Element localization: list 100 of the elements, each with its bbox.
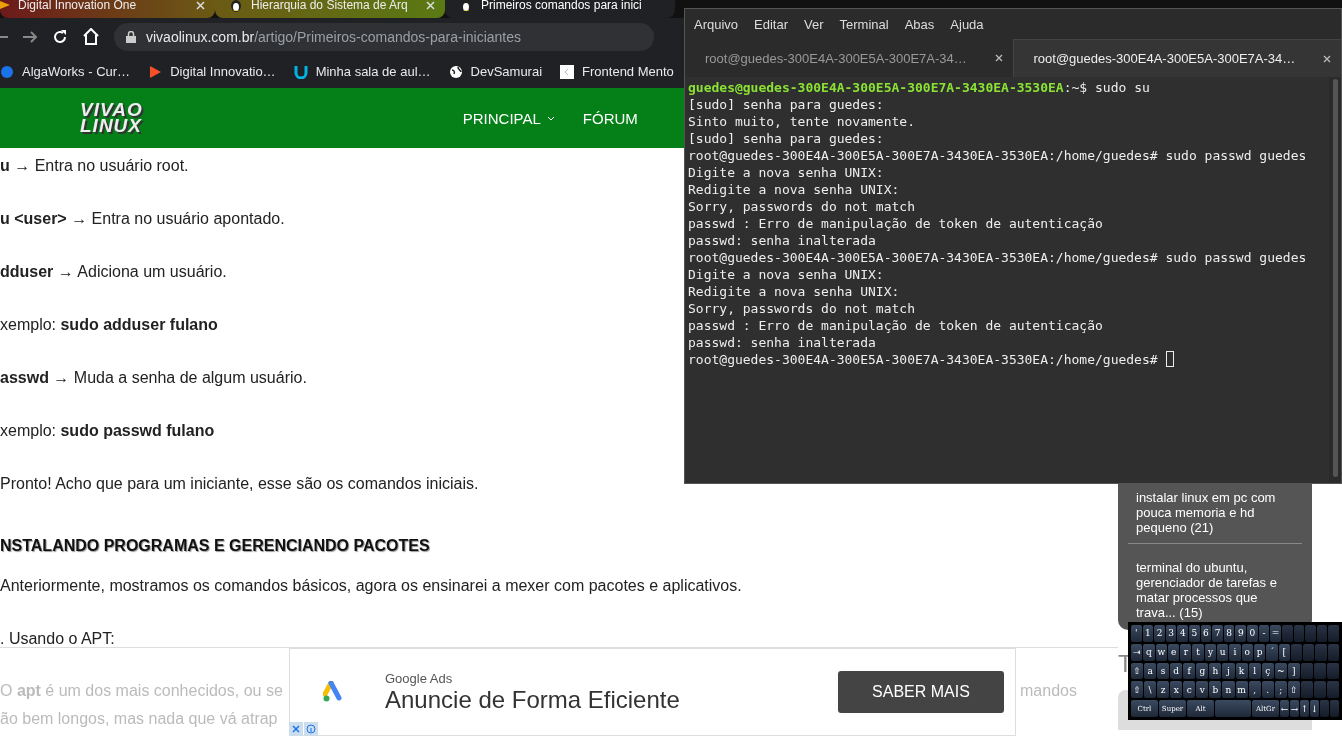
keyboard-key[interactable]: p	[1253, 643, 1266, 661]
close-icon[interactable]	[1323, 54, 1331, 63]
keyboard-key[interactable]: c	[1183, 681, 1196, 699]
keyboard-key[interactable]: ⇧	[1131, 662, 1144, 680]
keyboard-key[interactable]: ⇥	[1131, 643, 1143, 661]
menu-item[interactable]: Ajuda	[950, 16, 984, 32]
function-key[interactable]	[1316, 625, 1328, 642]
topic-link[interactable]: terminal do ubuntu, gerenciador de tarefas e matar processos que trava... (15)	[1128, 543, 1302, 620]
keyboard-key[interactable]: z	[1157, 681, 1170, 699]
close-icon[interactable]	[426, 0, 435, 10]
keyboard-key[interactable]: y	[1204, 643, 1217, 661]
browser-tab[interactable]: Primeiros comandos para inici	[445, 0, 675, 18]
nav-link[interactable]: PRINCIPAL	[462, 109, 555, 127]
keyboard-key[interactable]: s	[1157, 662, 1170, 680]
function-key[interactable]	[1327, 643, 1340, 661]
topic-link[interactable]: instalar linux em pc com pouca memoria e hd pequeno (21)	[1128, 490, 1302, 543]
keyboard-key[interactable]: k	[1235, 662, 1248, 680]
keyboard-key[interactable]: [	[1278, 643, 1290, 661]
keyboard-key[interactable]: i	[1229, 643, 1241, 661]
keyboard-key[interactable]: ↓	[1310, 700, 1319, 717]
keyboard-key[interactable]: 5	[1189, 625, 1200, 642]
keyboard-key[interactable]: b	[1209, 681, 1222, 699]
terminal-tab[interactable]: root@guedes-300E4A-300E5A-300E7A-34…	[1012, 39, 1341, 77]
browser-tab[interactable]: Hierarquia do Sistema de Arq	[215, 0, 445, 18]
keyboard-key[interactable]: ←	[1280, 700, 1289, 717]
keyboard-key[interactable]: ´	[1266, 643, 1278, 661]
keyboard-key[interactable]: f	[1183, 662, 1196, 680]
keyboard-key[interactable]: 7	[1212, 625, 1223, 642]
function-key[interactable]	[1326, 681, 1339, 699]
browser-tab[interactable]: Digital Innovation One	[0, 0, 215, 18]
keyboard-key[interactable]: g	[1196, 662, 1209, 680]
menu-item[interactable]: Editar	[754, 16, 789, 32]
keyboard-key[interactable]: =	[1270, 625, 1281, 642]
keyboard-key[interactable]: d	[1170, 662, 1183, 680]
keyboard-key[interactable]: 2	[1154, 625, 1165, 642]
bookmark[interactable]: AlgaWorks - Cur…	[0, 64, 131, 79]
keyboard-key[interactable]: ;	[1274, 681, 1287, 699]
terminal-tab[interactable]: root@guedes-300E4A-300E5A-300E7A-34…	[685, 39, 1013, 77]
keyboard-key[interactable]: r	[1180, 643, 1192, 661]
function-key[interactable]	[1281, 625, 1293, 642]
keyboard-key[interactable]: h	[1209, 662, 1222, 680]
menu-item[interactable]: Ver	[804, 16, 824, 32]
keyboard-key[interactable]: \	[1144, 681, 1157, 699]
home-icon[interactable]	[82, 28, 100, 45]
function-key[interactable]	[1300, 662, 1313, 680]
function-key[interactable]	[1313, 662, 1326, 680]
bookmark[interactable]: Minha sala de aul…	[293, 64, 431, 79]
keyboard-key[interactable]: 9	[1235, 625, 1247, 642]
address-bar[interactable]: vivaolinux.com.br/artigo/Primeiros-comandos-para-iniciantes	[114, 22, 654, 51]
close-icon[interactable]	[289, 722, 303, 736]
keyboard-key[interactable]: j	[1222, 662, 1235, 680]
function-key[interactable]	[1303, 643, 1315, 661]
nav-link[interactable]: FÓRUM	[582, 109, 638, 127]
keyboard-key[interactable]: w	[1155, 643, 1167, 661]
space-key[interactable]	[1215, 700, 1251, 717]
function-key[interactable]	[1330, 700, 1339, 717]
keyboard-key[interactable]: 1	[1142, 625, 1154, 642]
keyboard-key[interactable]: 8	[1223, 625, 1235, 642]
keyboard-key[interactable]: 0	[1247, 625, 1258, 642]
ad-button[interactable]: SABER MAIS	[838, 671, 1004, 713]
bookmark[interactable]: DevSamurai	[448, 64, 543, 79]
keyboard-key[interactable]: ~	[1274, 662, 1287, 680]
keyboard-key[interactable]: t	[1192, 643, 1204, 661]
keyboard-key[interactable]: ⇧	[1287, 681, 1300, 699]
function-key[interactable]	[1315, 643, 1327, 661]
close-icon[interactable]	[994, 54, 1003, 62]
keyboard-key[interactable]: a	[1144, 662, 1157, 680]
keyboard-key[interactable]: -	[1258, 625, 1270, 642]
bookmark[interactable]: Digital Innovatio…	[148, 64, 276, 79]
keyboard-key[interactable]: 6	[1200, 625, 1212, 642]
keyboard-key[interactable]: ↑	[1300, 700, 1309, 717]
keyboard-key[interactable]: .	[1261, 681, 1274, 699]
menu-item[interactable]: Arquivo	[694, 16, 739, 32]
keyboard-key[interactable]: v	[1196, 681, 1209, 699]
keyboard-key[interactable]: e	[1167, 643, 1180, 661]
function-key[interactable]	[1300, 681, 1313, 699]
keyboard-key[interactable]: n	[1222, 681, 1235, 699]
keyboard-key[interactable]: ⇧	[1131, 681, 1144, 699]
keyboard-key[interactable]: ç	[1261, 662, 1274, 680]
function-key[interactable]	[1313, 681, 1326, 699]
keyboard-key[interactable]: 3	[1165, 625, 1177, 642]
keyboard-key[interactable]: ,	[1248, 681, 1261, 699]
function-key[interactable]	[1305, 625, 1316, 642]
function-key[interactable]	[1326, 662, 1339, 680]
bookmark[interactable]: Frontend Mento	[560, 64, 674, 79]
keyboard-key[interactable]: x	[1170, 681, 1183, 699]
scrollbar-thumb[interactable]	[1332, 79, 1338, 477]
function-key[interactable]	[1328, 625, 1339, 642]
function-key[interactable]	[1320, 700, 1329, 717]
menu-item[interactable]: Terminal	[839, 16, 889, 32]
keyboard-key[interactable]: →	[1290, 700, 1299, 717]
function-key[interactable]	[1293, 625, 1305, 642]
keyboard-key[interactable]: l	[1248, 662, 1261, 680]
close-icon[interactable]	[196, 0, 205, 10]
keyboard-key[interactable]: m	[1235, 681, 1248, 699]
menu-item[interactable]: Abas	[904, 16, 935, 32]
function-key[interactable]	[1290, 643, 1303, 661]
site-logo[interactable]: VIVAO LINUX	[80, 102, 143, 134]
keyboard-key[interactable]: u	[1217, 643, 1229, 661]
keyboard-key[interactable]: '	[1131, 625, 1142, 642]
